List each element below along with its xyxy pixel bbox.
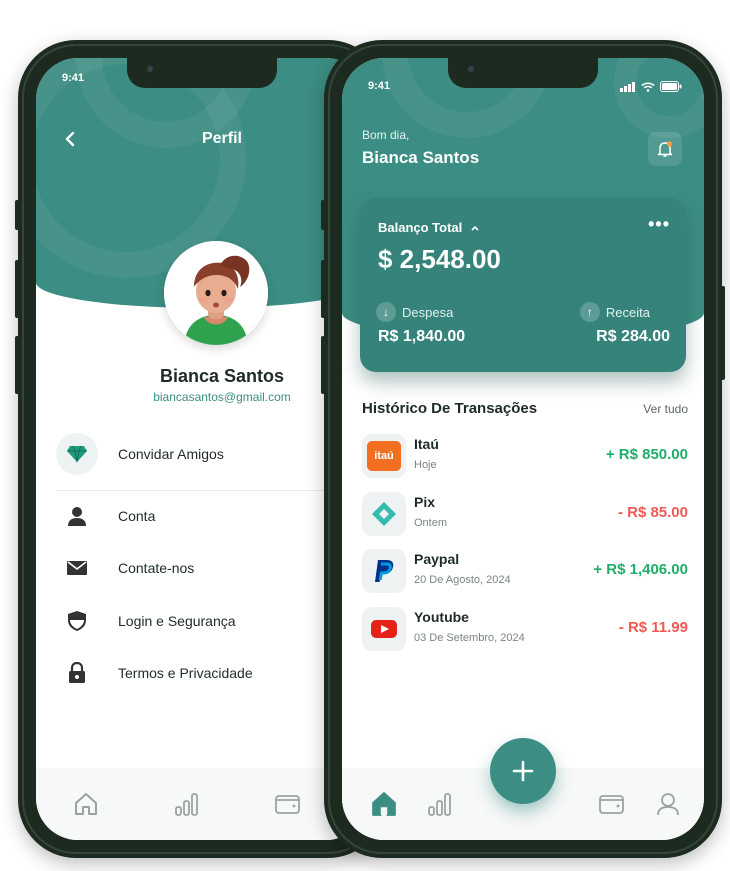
user-name: Bianca Santos xyxy=(362,148,480,167)
avatar-illustration-icon xyxy=(164,241,268,345)
tab-profile[interactable] xyxy=(640,791,696,817)
balance-title-label: Balanço Total xyxy=(378,220,463,235)
notch xyxy=(448,58,598,88)
chart-icon xyxy=(428,793,451,816)
volume-up-button xyxy=(321,260,325,318)
expense-value: R$ 1,840.00 xyxy=(378,328,466,345)
chart-icon xyxy=(175,793,198,816)
transaction-date: Ontem xyxy=(414,517,448,529)
menu-divider xyxy=(56,490,368,491)
transaction-amount: + R$ 850.00 xyxy=(605,446,688,463)
tab-wallet[interactable] xyxy=(584,792,640,816)
arrow-up-icon: ↑ xyxy=(579,302,600,322)
transaction-row[interactable]: itaú Itaú Hoje + R$ 850.00 xyxy=(362,434,688,480)
power-button xyxy=(721,286,725,380)
profile-email[interactable]: biancasantos@gmail.com xyxy=(36,390,368,404)
arrow-down-icon: ↓ xyxy=(376,302,396,322)
phone-home: 9:41 Bom dia, Bianca Santos Balanço Tota… xyxy=(321,40,725,858)
wallet-icon xyxy=(274,795,300,814)
avatar[interactable] xyxy=(164,241,268,345)
itau-logo-text: itaú xyxy=(374,450,394,462)
menu-item-login-security[interactable]: Login e Segurança xyxy=(56,599,368,643)
transaction-amount: + R$ 1,406.00 xyxy=(593,561,688,578)
status-time: 9:41 xyxy=(62,72,85,84)
tab-bar xyxy=(36,768,368,840)
menu-item-label: Convidar Amigos xyxy=(118,446,224,462)
tab-wallet[interactable] xyxy=(237,792,338,816)
volume-down-button xyxy=(15,336,19,394)
bell-icon xyxy=(657,141,673,157)
mute-switch xyxy=(15,200,19,230)
menu-item-terms-privacy[interactable]: Termos e Privacidade xyxy=(56,651,368,695)
wifi-icon xyxy=(641,81,655,92)
shield-icon xyxy=(56,600,98,642)
menu-item-account[interactable]: Conta xyxy=(56,494,368,538)
transaction-name: Pix xyxy=(414,494,436,510)
menu-item-invite-friends[interactable]: Convidar Amigos xyxy=(56,432,368,476)
balance-card[interactable]: Balanço Total ••• $ 2,548.00 ↓ Despesa R… xyxy=(360,198,686,372)
notch xyxy=(127,58,277,88)
wallet-icon xyxy=(599,795,624,814)
profile-icon xyxy=(657,793,679,816)
balance-amount: $ 2,548.00 xyxy=(378,244,501,274)
tab-stats[interactable] xyxy=(137,791,238,817)
home-screen: 9:41 Bom dia, Bianca Santos Balanço Tota… xyxy=(342,58,704,840)
see-all-link[interactable]: Ver tudo xyxy=(643,402,688,416)
tab-home[interactable] xyxy=(356,790,412,818)
itau-logo-icon: itaú xyxy=(362,434,406,478)
mockup-stage: 9:41 Perfil Bianca Santos biancasantos@g… xyxy=(0,0,730,871)
chevron-up-icon xyxy=(471,225,479,231)
transaction-row[interactable]: Youtube 03 De Setembro, 2024 - R$ 11.99 xyxy=(362,607,688,653)
income-value: R$ 284.00 xyxy=(596,328,670,345)
plus-icon xyxy=(512,760,534,782)
income-label: Receita xyxy=(605,304,650,320)
transaction-amount: - R$ 11.99 xyxy=(618,619,688,636)
page-title: Perfil xyxy=(201,130,242,147)
transaction-date: 03 De Setembro, 2024 xyxy=(414,632,525,644)
transaction-name: Paypal xyxy=(414,551,460,567)
mail-icon xyxy=(56,547,98,589)
home-icon xyxy=(372,792,396,816)
transaction-name: Youtube xyxy=(414,609,469,625)
youtube-logo-icon xyxy=(362,607,406,651)
profile-screen: 9:41 Perfil Bianca Santos biancasantos@g… xyxy=(36,58,368,840)
volume-up-button xyxy=(15,260,19,318)
notifications-button[interactable] xyxy=(648,132,682,166)
menu-item-label: Termos e Privacidade xyxy=(118,665,253,681)
mute-switch xyxy=(321,200,325,230)
volume-down-button xyxy=(321,336,325,394)
status-time: 9:41 xyxy=(368,80,391,92)
profile-name: Bianca Santos xyxy=(159,366,285,386)
transaction-row[interactable]: Paypal 20 De Agosto, 2024 + R$ 1,406.00 xyxy=(362,549,688,595)
menu-item-label: Contate-nos xyxy=(118,560,195,576)
add-transaction-button[interactable] xyxy=(490,738,556,804)
diamond-icon xyxy=(56,433,98,475)
signal-icon xyxy=(620,81,635,92)
history-title: Histórico De Transações xyxy=(362,400,538,417)
tab-home[interactable] xyxy=(36,791,137,817)
home-icon xyxy=(75,793,98,815)
balance-title[interactable]: Balanço Total xyxy=(378,220,480,235)
transaction-row[interactable]: Pix Ontem - R$ 85.00 xyxy=(362,492,688,538)
battery-icon xyxy=(660,81,682,92)
greeting: Bom dia, xyxy=(362,128,410,142)
menu-item-contact[interactable]: Contate-nos xyxy=(56,546,368,590)
expense-label-group: ↓ Despesa xyxy=(376,302,453,322)
status-icons xyxy=(620,81,682,92)
expense-label: Despesa xyxy=(402,304,454,320)
transaction-date: Hoje xyxy=(414,459,437,471)
more-options-icon[interactable]: ••• xyxy=(648,214,670,235)
user-icon xyxy=(56,495,98,537)
pix-logo-icon xyxy=(362,492,406,536)
transaction-amount: - R$ 85.00 xyxy=(617,504,688,521)
transaction-name: Itaú xyxy=(414,436,439,452)
menu-item-label: Login e Segurança xyxy=(118,613,236,629)
paypal-logo-icon xyxy=(362,549,406,593)
lock-icon xyxy=(56,652,98,694)
tab-stats[interactable] xyxy=(412,791,468,817)
income-label-group: ↑ Receita xyxy=(579,302,650,322)
menu-item-label: Conta xyxy=(118,508,156,524)
transaction-date: 20 De Agosto, 2024 xyxy=(414,574,511,586)
